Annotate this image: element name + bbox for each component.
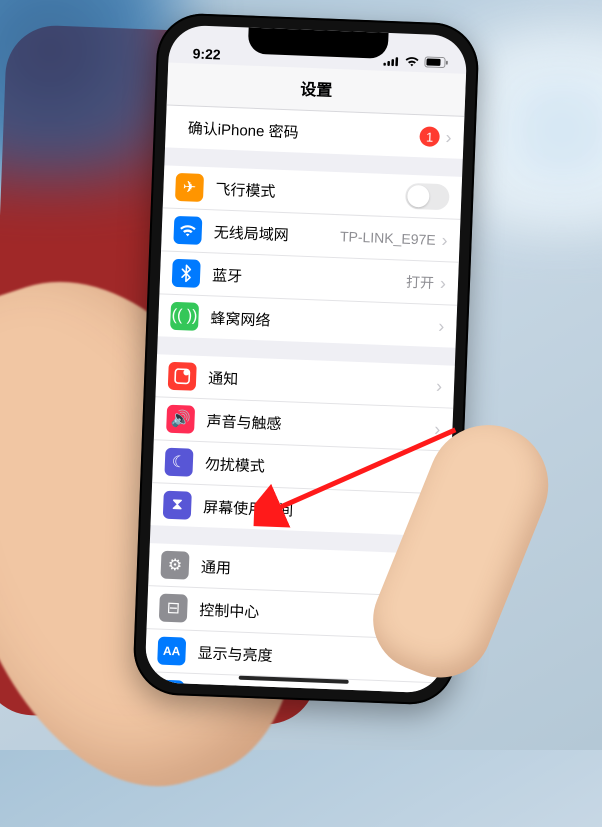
accessibility-label: 辅助功能: [196, 685, 425, 694]
confirm-password-badge: 1: [419, 126, 440, 147]
bluetooth-icon: [172, 259, 201, 288]
chevron-right-icon: ›: [445, 128, 452, 146]
battery-icon: [424, 54, 449, 71]
airplane-label: 飞行模式: [215, 178, 406, 206]
wifi-label: 无线局域网: [213, 221, 340, 247]
chevron-right-icon: ›: [438, 317, 445, 335]
chevron-right-icon: ›: [434, 420, 441, 438]
sounds-label: 声音与触感: [206, 410, 435, 440]
general-icon: ⚙: [160, 551, 189, 580]
notch: [248, 28, 389, 59]
display-icon: AA: [157, 637, 186, 666]
chevron-right-icon: ›: [440, 274, 447, 292]
bluetooth-detail: 打开: [406, 272, 435, 293]
wifi-icon: [173, 216, 202, 245]
sounds-icon: 🔊: [166, 405, 195, 434]
screentime-icon: ⧗: [163, 491, 192, 520]
wifi-icon: [404, 54, 420, 71]
chevron-right-icon: ›: [441, 231, 448, 249]
notifications-icon: [168, 362, 197, 391]
airplane-toggle[interactable]: [405, 183, 450, 211]
dnd-icon: ☾: [164, 448, 193, 477]
chevron-right-icon: ›: [436, 377, 443, 395]
cellular-icon: (( )): [170, 302, 199, 331]
notifications-label: 通知: [208, 367, 437, 397]
bluetooth-label: 蓝牙: [212, 264, 407, 292]
confirm-password-label: 确认iPhone 密码: [187, 117, 420, 147]
wifi-detail: TP-LINK_E97E: [340, 228, 436, 248]
dnd-label: 勿扰模式: [205, 453, 434, 483]
airplane-icon: ✈: [175, 173, 204, 202]
cellular-label: 蜂窝网络: [210, 307, 439, 337]
screentime-label: 屏幕使用时间: [203, 496, 432, 526]
control-center-icon: ⊟: [159, 594, 188, 623]
signal-icon: [383, 53, 400, 70]
